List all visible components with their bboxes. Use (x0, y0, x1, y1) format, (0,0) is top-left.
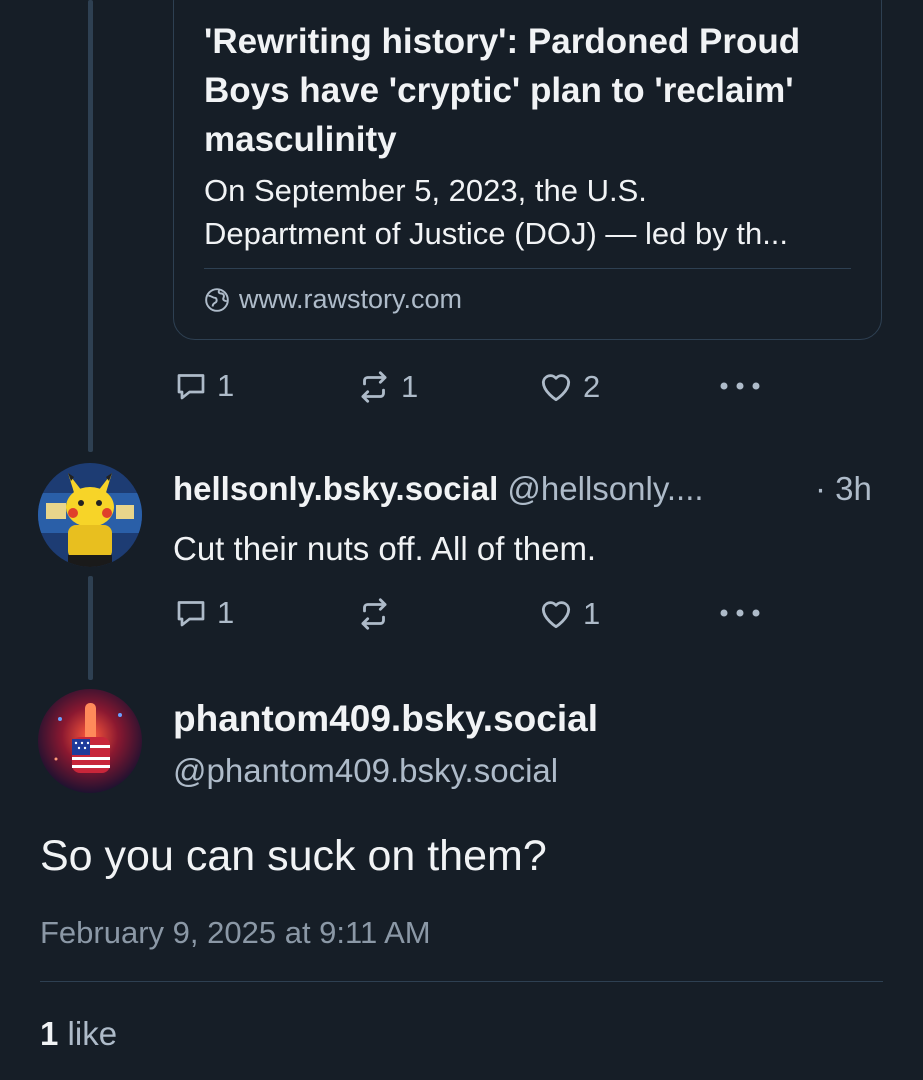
heart-icon (541, 601, 571, 629)
thread-line-top (88, 0, 93, 452)
reply-post-text: Cut their nuts off. All of them. (173, 530, 597, 567)
like-count: 1 (583, 596, 601, 631)
link-card-title: 'Rewriting history': Pardoned Proud Boys… (204, 22, 801, 159)
heart-icon (541, 374, 571, 402)
reply-display-name[interactable]: hellsonly.bsky.social (173, 470, 498, 507)
repost-button[interactable]: 1 (355, 368, 418, 406)
reply-icon (177, 601, 205, 627)
reply-button[interactable]: 1 (173, 595, 234, 631)
link-card-description: On September 5, 2023, the U.S. Departmen… (204, 169, 864, 255)
reply-button[interactable]: 1 (173, 368, 234, 404)
link-card-divider (204, 268, 851, 269)
likes-label: like (67, 1015, 118, 1052)
repost-button[interactable] (355, 595, 401, 633)
reply-count: 1 (217, 595, 235, 630)
link-card-domain-text: www.rawstory.com (239, 284, 463, 314)
main-post-handle[interactable]: @phantom409.bsky.social (173, 752, 558, 790)
link-card-description-line-1: On September 5, 2023, the U.S. (204, 173, 647, 208)
repost-count: 1 (401, 369, 419, 404)
link-card-domain: www.rawstory.com (204, 284, 462, 315)
main-post-display-name[interactable]: phantom409.bsky.social (173, 698, 598, 740)
reply-handle[interactable]: @hellsonly.... (507, 470, 703, 507)
reply-post-actions: 1 1 (173, 595, 773, 635)
like-button[interactable]: 1 (537, 595, 600, 633)
repost-icon (361, 598, 387, 630)
likes-count: 1 (40, 1015, 59, 1052)
parent-post-actions: 1 1 2 (173, 368, 773, 408)
main-post-text: So you can suck on them? (40, 832, 547, 880)
link-card[interactable]: 'Rewriting history': Pardoned Proud Boys… (173, 0, 882, 340)
main-post-timestamp: February 9, 2025 at 9:11 AM (40, 915, 431, 950)
more-icon (720, 382, 760, 390)
link-card-description-line-2: Department of Justice (DOJ) — led by th.… (204, 216, 789, 251)
reply-time[interactable]: · 3h (815, 470, 872, 508)
more-options-button[interactable] (718, 603, 762, 628)
like-count: 2 (583, 369, 601, 404)
divider (40, 981, 883, 982)
likes-summary[interactable]: 1 like (40, 1015, 117, 1053)
like-button[interactable]: 2 (537, 368, 600, 406)
more-options-button[interactable] (718, 376, 762, 401)
globe-icon (205, 287, 229, 312)
more-icon (720, 609, 760, 617)
reply-count: 1 (217, 368, 235, 403)
avatar-phantom409[interactable] (38, 689, 142, 793)
repost-icon (361, 371, 387, 403)
reply-icon (177, 374, 205, 400)
thread-line-bottom (88, 576, 93, 680)
avatar-hellsonly[interactable] (38, 463, 142, 567)
reply-post-header: hellsonly.bsky.social @hellsonly.... (173, 470, 704, 508)
